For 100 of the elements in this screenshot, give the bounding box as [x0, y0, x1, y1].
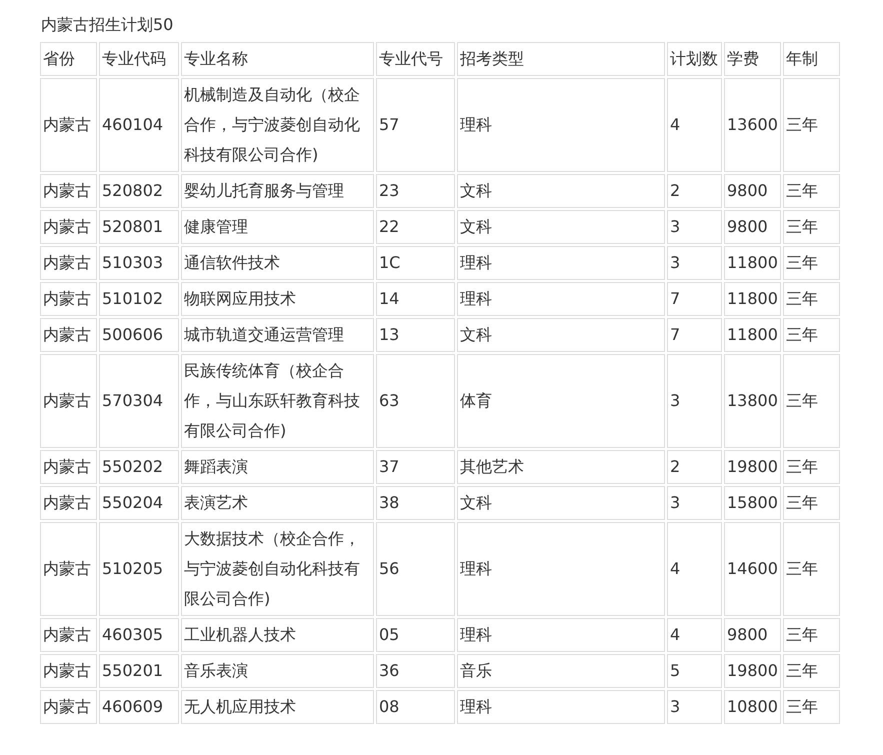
- table-cell: 460609: [99, 690, 179, 724]
- table-cell: 健康管理: [181, 210, 374, 244]
- column-header: 专业名称: [181, 42, 374, 76]
- table-cell: 23: [376, 174, 455, 208]
- table-cell: 三年: [783, 654, 840, 688]
- table-cell: 内蒙古: [40, 174, 97, 208]
- table-cell: 9800: [724, 174, 781, 208]
- table-cell: 内蒙古: [40, 282, 97, 316]
- table-cell: 表演艺术: [181, 486, 374, 520]
- table-cell: 体育: [457, 354, 665, 448]
- table-cell: 三年: [783, 522, 840, 616]
- table-cell: 内蒙古: [40, 78, 97, 172]
- table-cell: 3: [667, 246, 722, 280]
- column-header: 招考类型: [457, 42, 665, 76]
- table-cell: 其他艺术: [457, 450, 665, 484]
- column-header: 省份: [40, 42, 97, 76]
- table-cell: 文科: [457, 210, 665, 244]
- table-cell: 5: [667, 654, 722, 688]
- table-cell: 7: [667, 318, 722, 352]
- table-cell: 36: [376, 654, 455, 688]
- table-cell: 460305: [99, 618, 179, 652]
- table-cell: 520801: [99, 210, 179, 244]
- table-cell: 11800: [724, 246, 781, 280]
- table-cell: 理科: [457, 246, 665, 280]
- table-cell: 三年: [783, 210, 840, 244]
- table-cell: 三年: [783, 354, 840, 448]
- table-cell: 510102: [99, 282, 179, 316]
- table-cell: 文科: [457, 486, 665, 520]
- table-cell: 550202: [99, 450, 179, 484]
- table-cell: 三年: [783, 246, 840, 280]
- table-cell: 音乐表演: [181, 654, 374, 688]
- table-cell: 音乐: [457, 654, 665, 688]
- table-cell: 内蒙古: [40, 318, 97, 352]
- table-cell: 理科: [457, 690, 665, 724]
- table-cell: 文科: [457, 174, 665, 208]
- table-cell: 婴幼儿托育服务与管理: [181, 174, 374, 208]
- table-cell: 550201: [99, 654, 179, 688]
- page-title: 内蒙古招生计划50: [40, 14, 174, 36]
- column-header: 学费: [724, 42, 781, 76]
- table-cell: 大数据技术（校企合作，与宁波菱创自动化科技有限公司合作): [181, 522, 374, 616]
- table-cell: 2: [667, 450, 722, 484]
- table-cell: 3: [667, 354, 722, 448]
- table-cell: 38: [376, 486, 455, 520]
- table-cell: 内蒙古: [40, 210, 97, 244]
- table-cell: 19800: [724, 450, 781, 484]
- table-cell: 三年: [783, 450, 840, 484]
- table-cell: 13800: [724, 354, 781, 448]
- table-cell: 理科: [457, 522, 665, 616]
- table-cell: 14600: [724, 522, 781, 616]
- table-cell: 08: [376, 690, 455, 724]
- table-cell: 工业机器人技术: [181, 618, 374, 652]
- table-cell: 4: [667, 522, 722, 616]
- column-header: 年制: [783, 42, 840, 76]
- table-cell: 7: [667, 282, 722, 316]
- table-cell: 三年: [783, 486, 840, 520]
- table-cell: 三年: [783, 282, 840, 316]
- table-cell: 内蒙古: [40, 246, 97, 280]
- table-cell: 三年: [783, 78, 840, 172]
- table-cell: 理科: [457, 78, 665, 172]
- table-cell: 机械制造及自动化（校企合作，与宁波菱创自动化科技有限公司合作): [181, 78, 374, 172]
- table-cell: 3: [667, 210, 722, 244]
- table-cell: 通信软件技术: [181, 246, 374, 280]
- table-cell: 520802: [99, 174, 179, 208]
- table-cell: 510205: [99, 522, 179, 616]
- table-cell: 13600: [724, 78, 781, 172]
- table-cell: 37: [376, 450, 455, 484]
- column-header: 专业代码: [99, 42, 179, 76]
- table-cell: 无人机应用技术: [181, 690, 374, 724]
- column-header: 计划数: [667, 42, 722, 76]
- table-cell: 三年: [783, 174, 840, 208]
- table-cell: 15800: [724, 486, 781, 520]
- table-cell: 500606: [99, 318, 179, 352]
- table-cell: 内蒙古: [40, 522, 97, 616]
- table-cell: 05: [376, 618, 455, 652]
- table-cell: 13: [376, 318, 455, 352]
- table-cell: 9800: [724, 618, 781, 652]
- table-cell: 文科: [457, 318, 665, 352]
- table-cell: 三年: [783, 318, 840, 352]
- table-cell: 510303: [99, 246, 179, 280]
- table-cell: 内蒙古: [40, 486, 97, 520]
- table-cell: 56: [376, 522, 455, 616]
- table-cell: 舞蹈表演: [181, 450, 374, 484]
- table-cell: 三年: [783, 618, 840, 652]
- table-cell: 民族传统体育（校企合作，与山东跃轩教育科技有限公司合作): [181, 354, 374, 448]
- table-cell: 19800: [724, 654, 781, 688]
- table-cell: 4: [667, 618, 722, 652]
- table-cell: 1C: [376, 246, 455, 280]
- table-cell: 内蒙古: [40, 690, 97, 724]
- table-cell: 4: [667, 78, 722, 172]
- table-cell: 内蒙古: [40, 618, 97, 652]
- table-cell: 57: [376, 78, 455, 172]
- table-cell: 三年: [783, 690, 840, 724]
- table-cell: 550204: [99, 486, 179, 520]
- table-cell: 内蒙古: [40, 654, 97, 688]
- table-cell: 63: [376, 354, 455, 448]
- table-cell: 570304: [99, 354, 179, 448]
- table-cell: 理科: [457, 618, 665, 652]
- table-cell: 460104: [99, 78, 179, 172]
- table-cell: 11800: [724, 282, 781, 316]
- table-cell: 3: [667, 486, 722, 520]
